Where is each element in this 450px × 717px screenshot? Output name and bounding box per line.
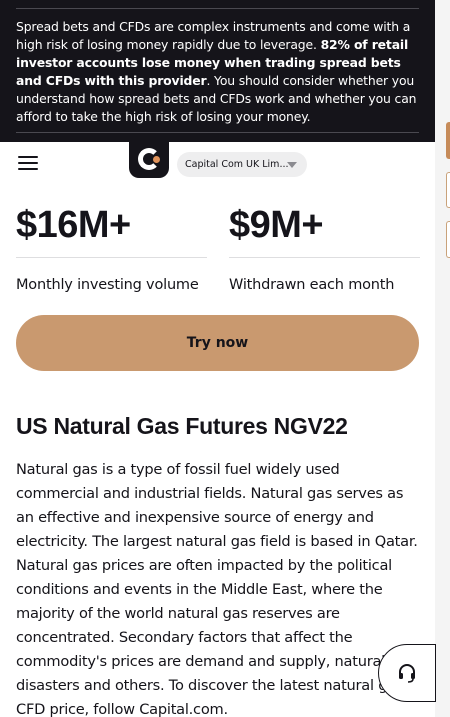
side-tab-2[interactable] [446,172,450,208]
site-header: Capital Com UK Lim... [0,140,435,182]
support-chat-button[interactable] [378,644,436,702]
capital-com-logo[interactable] [129,140,169,178]
stat-label: Monthly investing volume [16,277,199,293]
risk-warning-banner: Spread bets and CFDs are complex instrum… [0,0,435,142]
stat-withdrawn: $9M+ Withdrawn each month [229,202,420,293]
hamburger-menu-icon[interactable] [18,156,38,170]
stat-label: Withdrawn each month [229,277,395,293]
stat-value: $16M+ [16,202,207,258]
stat-value: $9M+ [229,202,420,258]
side-tab-3[interactable] [446,221,450,258]
entity-selector-label: Capital Com UK Lim... [185,159,289,170]
headset-icon [399,664,415,683]
banner-divider [16,132,419,133]
chevron-down-icon [287,162,297,168]
side-panel-strip [435,0,450,717]
risk-warning-text: Spread bets and CFDs are complex instrum… [16,19,417,124]
try-now-button[interactable]: Try now [16,315,419,371]
article-body: Natural gas is a type of fossil fuel wid… [16,461,418,717]
side-tab-1[interactable] [446,122,450,159]
page-title: US Natural Gas Futures NGV22 [16,413,348,439]
entity-selector[interactable]: Capital Com UK Lim... [177,152,307,177]
stat-monthly-volume: $16M+ Monthly investing volume [16,202,207,293]
